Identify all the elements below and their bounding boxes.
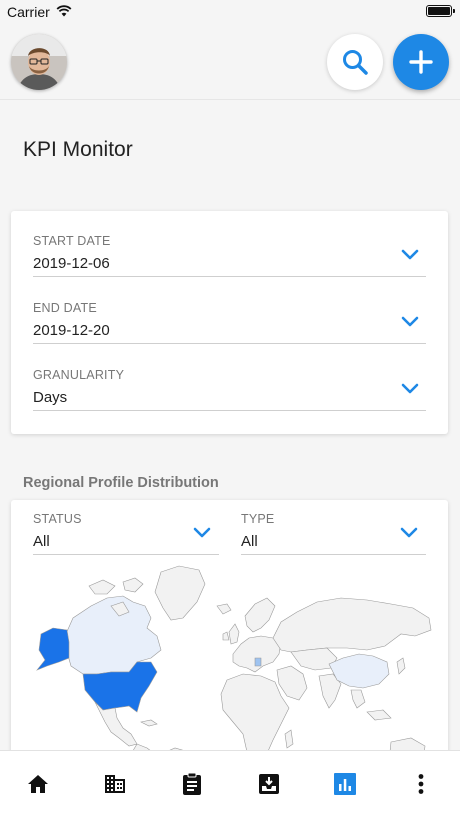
- chevron-down-icon: [193, 527, 211, 538]
- granularity-select[interactable]: GRANULARITY Days: [33, 365, 426, 411]
- map-region-europe: [232, 635, 282, 673]
- map-region-scandinavia: [244, 597, 276, 633]
- end-date-label: END DATE: [33, 301, 97, 315]
- app-header: [0, 24, 460, 100]
- type-select[interactable]: TYPE All: [241, 509, 426, 555]
- world-map[interactable]: [11, 562, 448, 760]
- search-icon: [343, 50, 368, 75]
- regional-section-title: Regional Profile Distribution: [23, 475, 219, 491]
- user-avatar-icon: [11, 34, 67, 90]
- chevron-down-icon: [401, 383, 419, 394]
- map-region-greenland: [154, 565, 206, 621]
- status-bar: Carrier: [0, 0, 460, 24]
- status-select[interactable]: STATUS All: [33, 509, 219, 555]
- status-label: STATUS: [33, 512, 82, 526]
- map-region-mexico: [94, 701, 138, 747]
- plus-icon: [409, 50, 433, 74]
- start-date-select[interactable]: START DATE 2019-12-06: [33, 231, 426, 277]
- more-vert-icon: [418, 774, 424, 794]
- end-date-select[interactable]: END DATE 2019-12-20: [33, 298, 426, 344]
- nav-home[interactable]: [25, 771, 51, 797]
- start-date-label: START DATE: [33, 234, 111, 248]
- regional-map-card: STATUS All TYPE All: [11, 500, 448, 760]
- start-date-value: 2019-12-06: [33, 255, 110, 272]
- map-region-africa: [220, 673, 290, 760]
- home-icon: [28, 775, 48, 793]
- map-region-alaska: [36, 627, 70, 671]
- type-value: All: [241, 533, 258, 550]
- wifi-icon: [56, 5, 72, 17]
- search-button[interactable]: [327, 34, 383, 90]
- avatar[interactable]: [11, 34, 67, 90]
- chevron-down-icon: [401, 316, 419, 327]
- bottom-nav: [0, 750, 460, 818]
- type-label: TYPE: [241, 512, 275, 526]
- chart-icon: [334, 773, 356, 795]
- nav-assignments[interactable]: [179, 771, 205, 797]
- inbox-download-icon: [259, 774, 279, 794]
- clipboard-icon: [183, 772, 201, 795]
- nav-kpi-monitor[interactable]: [332, 771, 358, 797]
- status-value: All: [33, 533, 50, 550]
- chevron-down-icon: [400, 527, 418, 538]
- granularity-value: Days: [33, 389, 68, 406]
- page-title: KPI Monitor: [23, 138, 133, 161]
- carrier-label: Carrier: [7, 4, 50, 20]
- end-date-value: 2019-12-20: [33, 322, 110, 339]
- nav-more[interactable]: [408, 771, 434, 797]
- date-filter-card: START DATE 2019-12-06 END DATE 2019-12-2…: [11, 211, 448, 434]
- granularity-label: GRANULARITY: [33, 368, 125, 382]
- business-icon: [105, 775, 125, 793]
- nav-business[interactable]: [102, 771, 128, 797]
- nav-inbox[interactable]: [256, 771, 282, 797]
- add-button[interactable]: [393, 34, 449, 90]
- map-region-russia: [272, 597, 432, 653]
- chevron-down-icon: [401, 249, 419, 260]
- battery-icon: [426, 5, 455, 17]
